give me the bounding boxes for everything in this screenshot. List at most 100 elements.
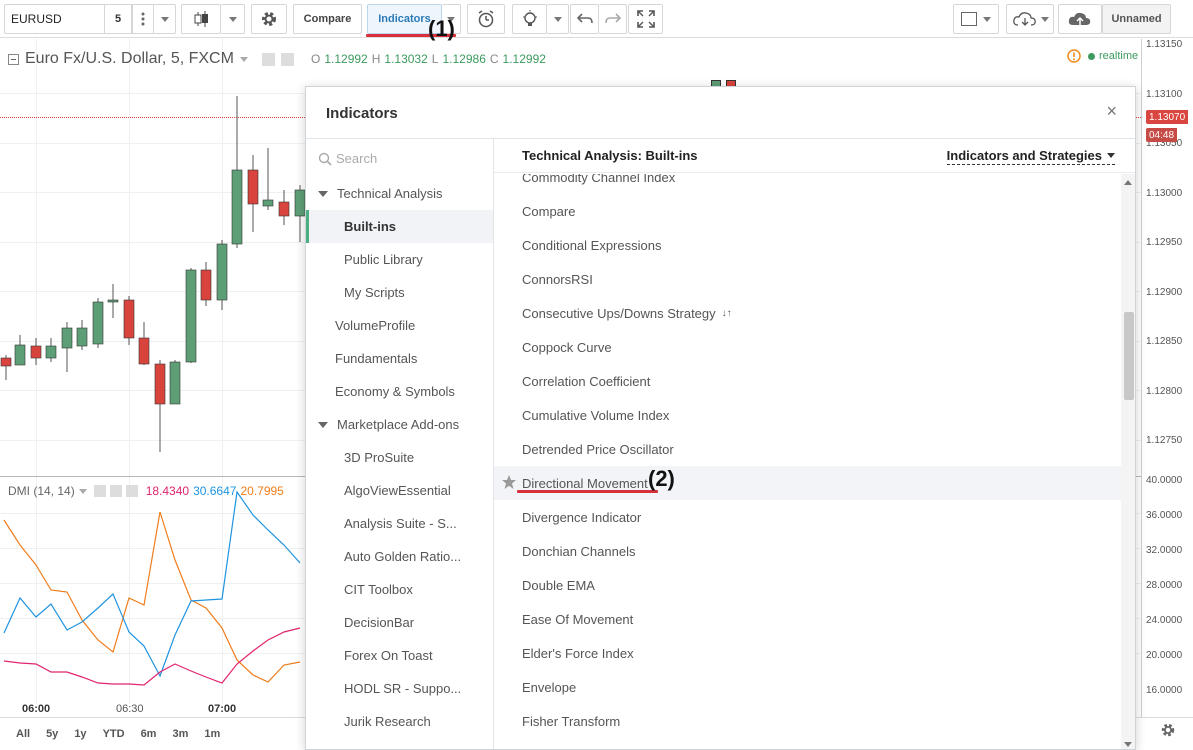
scroll-down-icon[interactable]	[1124, 742, 1132, 747]
filter-dropdown[interactable]: Indicators and Strategies	[946, 148, 1115, 165]
indicator-item[interactable]: Correlation Coefficient	[494, 364, 1122, 398]
scroll-up-icon[interactable]	[1124, 180, 1132, 185]
category-label: Economy & Symbols	[335, 384, 455, 399]
category-item[interactable]: HODL SR - Suppo...	[306, 672, 493, 705]
undo-icon	[576, 13, 593, 24]
indicator-label: Double EMA	[522, 577, 595, 593]
category-item[interactable]: Technical Analysis	[306, 177, 493, 210]
category-item[interactable]: VolumeProfile	[306, 309, 493, 342]
category-label: Fundamentals	[335, 351, 418, 366]
category-label: Built-ins	[344, 219, 396, 234]
indicator-item[interactable]: Donchian Channels	[494, 534, 1122, 568]
category-label: HODL SR - Suppo...	[344, 681, 462, 696]
load-chart-button[interactable]	[1006, 4, 1054, 34]
range-button[interactable]: 1y	[66, 722, 94, 746]
category-item[interactable]: CIT Toolbox	[306, 573, 493, 606]
indicator-item[interactable]: Compare	[494, 194, 1122, 228]
time-label: 07:00	[208, 703, 237, 715]
category-item[interactable]: Economy & Symbols	[306, 375, 493, 408]
category-item[interactable]: Forex On Toast	[306, 639, 493, 672]
category-item[interactable]: AlgoViewEssential	[306, 474, 493, 507]
ideas-button[interactable]	[512, 4, 547, 34]
price-tick: 1.13100	[1146, 88, 1183, 100]
indicator-item[interactable]: Fisher Transform	[494, 704, 1122, 738]
ohlc-values: O 1.12992 H 1.13032 L 1.12986 C 1.12992	[311, 52, 546, 66]
layout-button[interactable]	[953, 4, 999, 34]
low-label: L	[431, 52, 439, 66]
range-button[interactable]: YTD	[95, 722, 133, 746]
category-label: 3D ProSuite	[344, 450, 415, 465]
category-item[interactable]: 3D ProSuite	[306, 441, 493, 474]
layout-name-button[interactable]: Unnamed	[1102, 4, 1171, 34]
indicator-item[interactable]: Double EMA	[494, 568, 1122, 602]
settings-icon[interactable]	[280, 52, 294, 66]
indicator-label: Fisher Transform	[522, 713, 621, 729]
close-icon[interactable]: ×	[1106, 101, 1117, 122]
open-value: 1.12992	[324, 52, 368, 66]
scrollbar-thumb[interactable]	[1124, 312, 1134, 400]
indicator-item[interactable]: Guppy Oscillator	[494, 738, 1122, 750]
search-input[interactable]: Search	[318, 151, 377, 166]
search-placeholder: Search	[336, 151, 378, 166]
warning-icon[interactable]	[1067, 49, 1081, 63]
price-tick: 1.13000	[1146, 187, 1183, 199]
indicator-label: Coppock Curve	[522, 339, 612, 355]
range-button[interactable]: 5y	[38, 722, 66, 746]
indicator-item[interactable]: Envelope	[494, 670, 1122, 704]
dmi-series	[3, 490, 301, 686]
symbol-title[interactable]: Euro Fx/U.S. Dollar, 5, FXCM	[25, 50, 234, 68]
category-label: Technical Analysis	[337, 186, 443, 201]
indicator-item[interactable]: Consecutive Ups/Downs Strategy ↓↑	[494, 296, 1122, 330]
redo-button[interactable]	[599, 4, 627, 34]
category-item[interactable]: Fundamentals	[306, 342, 493, 375]
time-label: 06:00	[22, 703, 51, 715]
category-item[interactable]: Auto Golden Ratio...	[306, 540, 493, 573]
indicator-item[interactable]: Cumulative Volume Index	[494, 398, 1122, 432]
alert-button[interactable]	[467, 4, 505, 34]
indicator-item[interactable]: Commodity Channel Index	[494, 174, 1122, 194]
category-item[interactable]: My Scripts	[306, 276, 493, 309]
dmi-tick: 28.0000	[1146, 580, 1183, 591]
category-item[interactable]: Analysis Suite - S...	[306, 507, 493, 540]
category-item[interactable]: Marketplace Add-ons	[306, 408, 493, 441]
layout-square-icon	[961, 12, 977, 26]
collapse-legend-icon[interactable]	[8, 53, 19, 65]
eye-icon[interactable]	[261, 52, 275, 66]
indicator-label: Consecutive Ups/Downs Strategy	[522, 305, 716, 321]
indicator-item[interactable]: Ease Of Movement	[494, 602, 1122, 636]
indicator-item[interactable]: ConnorsRSI	[494, 262, 1122, 296]
range-button[interactable]: 3m	[164, 722, 196, 746]
category-item[interactable]: Key Hidden Levels	[306, 738, 493, 749]
indicator-item[interactable]: Directional Movement	[494, 466, 1122, 500]
range-button[interactable]: 1m	[196, 722, 228, 746]
category-item[interactable]: DecisionBar	[306, 606, 493, 639]
indicator-label: Elder's Force Index	[522, 645, 634, 661]
ideas-dropdown[interactable]	[547, 4, 569, 34]
indicator-item[interactable]: Elder's Force Index	[494, 636, 1122, 670]
indicator-item[interactable]: Detrended Price Oscillator	[494, 432, 1122, 466]
remove-icon[interactable]	[125, 485, 138, 497]
dmi-label[interactable]: DMI (14, 14)	[8, 484, 75, 498]
range-button[interactable]: All	[8, 722, 38, 746]
save-chart-button[interactable]	[1058, 4, 1102, 34]
favorite-star-icon[interactable]	[501, 474, 517, 490]
settings-icon[interactable]	[109, 485, 122, 497]
app: EURUSD 5 Compare Indicators Unnamed (1) …	[0, 0, 1193, 750]
category-item[interactable]: Built-ins	[306, 210, 493, 243]
range-button[interactable]: 6m	[133, 722, 165, 746]
scrollbar[interactable]	[1121, 174, 1135, 749]
dmi-tick: 36.0000	[1146, 510, 1183, 521]
indicator-list[interactable]: Commodity Channel Index Compare Conditiona…	[494, 174, 1122, 750]
undo-button[interactable]	[570, 4, 599, 34]
eye-icon[interactable]	[93, 485, 106, 497]
indicator-item[interactable]: Coppock Curve	[494, 330, 1122, 364]
dmi-value-1: 18.4340	[145, 484, 190, 498]
chart-settings-button[interactable]	[1160, 722, 1176, 741]
indicator-item[interactable]: Conditional Expressions	[494, 228, 1122, 262]
category-item[interactable]: Jurik Research	[306, 705, 493, 738]
dmi-legend: DMI (14, 14) 18.4340 30.6647 20.7995	[8, 484, 284, 498]
indicator-item[interactable]: Divergence Indicator	[494, 500, 1122, 534]
fullscreen-button[interactable]	[628, 4, 663, 34]
category-item[interactable]: Public Library	[306, 243, 493, 276]
search-icon	[318, 152, 332, 166]
